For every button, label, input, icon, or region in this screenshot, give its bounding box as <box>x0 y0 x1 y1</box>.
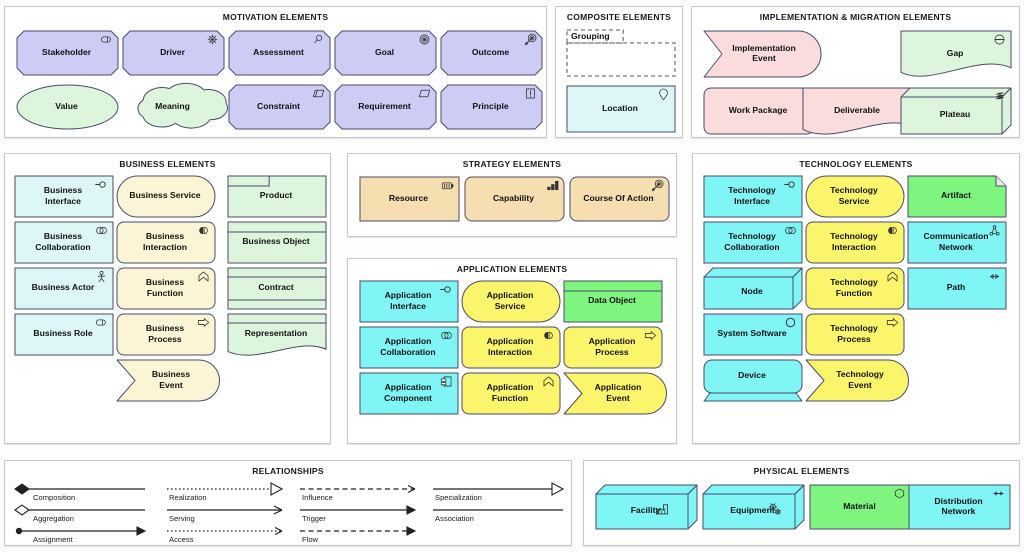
element-product[interactable]: Product <box>227 175 327 218</box>
element-application-component[interactable]: Application Component <box>359 372 459 415</box>
element-gap[interactable]: Gap <box>900 30 1012 77</box>
relationship-label: Association <box>435 514 474 523</box>
element-business-event[interactable]: Business Event <box>116 359 220 402</box>
element-node[interactable]: Node <box>703 267 803 310</box>
element-communication-network[interactable]: Communication Network <box>907 221 1007 264</box>
element-application-collaboration[interactable]: Application Collaboration <box>359 326 459 369</box>
relationship-label: Assignment <box>33 535 73 544</box>
element-business-interface[interactable]: Business Interface <box>14 175 114 218</box>
panel-business: BUSINESS ELEMENTS Business Interface Busin… <box>4 153 331 444</box>
element-business-actor[interactable]: Business Actor <box>14 267 114 310</box>
element-grouping[interactable]: Grouping <box>566 29 676 77</box>
element-value[interactable]: Value <box>16 84 119 130</box>
element-plateau[interactable]: Plateau <box>900 87 1012 135</box>
element-implementation-event[interactable]: Implementation Event <box>703 30 822 78</box>
element-application-process[interactable]: Application Process <box>563 326 663 369</box>
element-business-process[interactable]: Business Process <box>116 313 216 356</box>
element-device[interactable]: Device <box>703 359 803 402</box>
element-technology-process[interactable]: Technology Process <box>805 313 905 356</box>
panel-technology: TECHNOLOGY ELEMENTS Technology Interface T… <box>692 153 1020 444</box>
panel-relationships: RELATIONSHIPS Composition Aggregation Assig… <box>4 460 572 546</box>
element-application-event[interactable]: Application Event <box>563 372 667 415</box>
panel-implementation: IMPLEMENTATION & MIGRATION ELEMENTS Imple… <box>691 6 1020 138</box>
panel-title-business: BUSINESS ELEMENTS <box>119 159 216 169</box>
element-technology-service[interactable]: Technology Service <box>805 175 905 218</box>
element-application-function[interactable]: Application Function <box>461 372 561 415</box>
element-facility[interactable]: Facility <box>595 484 698 530</box>
panel-title-motivation: MOTIVATION ELEMENTS <box>222 12 329 22</box>
element-representation[interactable]: Representation <box>227 313 327 356</box>
element-business-function[interactable]: Business Function <box>116 267 216 310</box>
panel-strategy: STRATEGY ELEMENTS Resource Capability Cours… <box>347 153 677 237</box>
element-business-interaction[interactable]: Business Interaction <box>116 221 216 264</box>
relationship-label: Access <box>169 535 194 544</box>
element-artifact[interactable]: Artifact <box>907 175 1007 218</box>
panel-title-application: APPLICATION ELEMENTS <box>456 264 568 274</box>
element-requirement[interactable]: Requirement <box>334 84 437 130</box>
element-application-service[interactable]: Application Service <box>461 280 561 323</box>
panel-composite: COMPOSITE ELEMENTS Grouping Location <box>555 6 683 138</box>
element-capability[interactable]: Capability <box>464 176 565 222</box>
panel-title-physical: PHYSICAL ELEMENTS <box>753 466 850 476</box>
panel-application: APPLICATION ELEMENTS Application Interfac… <box>347 258 677 444</box>
relationship-label: Flow <box>302 535 319 544</box>
element-course-of-action[interactable]: Course Of Action <box>569 176 670 222</box>
element-work-package[interactable]: Work Package <box>703 87 815 135</box>
element-technology-collaboration[interactable]: Technology Collaboration <box>703 221 803 264</box>
element-distribution-network[interactable]: Distribution Network <box>908 484 1011 530</box>
element-driver[interactable]: Driver <box>122 30 225 76</box>
panel-title-strategy: STRATEGY ELEMENTS <box>462 159 562 169</box>
element-location[interactable]: Location <box>566 85 676 133</box>
element-business-collaboration[interactable]: Business Collaboration <box>14 221 114 264</box>
element-application-interface[interactable]: Application Interface <box>359 280 459 323</box>
element-business-object[interactable]: Business Object <box>227 221 327 264</box>
element-principle[interactable]: Principle <box>440 84 543 130</box>
panel-motivation: MOTIVATION ELEMENTS Stakeholder Driver Asse… <box>4 6 547 138</box>
element-business-role[interactable]: Business Role <box>14 313 114 356</box>
element-data-object[interactable]: Data Object <box>563 280 663 323</box>
element-goal[interactable]: Goal <box>334 30 437 76</box>
element-assessment[interactable]: Assessment <box>228 30 331 76</box>
element-contract[interactable]: Contract <box>227 267 327 310</box>
element-deliverable[interactable]: Deliverable <box>802 87 914 135</box>
element-application-interaction[interactable]: Application Interaction <box>461 326 561 369</box>
element-system-software[interactable]: System Software <box>703 313 803 356</box>
archimate-notation-sheet: MOTIVATION ELEMENTS Stakeholder Driver Asse… <box>0 0 1024 552</box>
element-technology-event[interactable]: Technology Event <box>805 359 909 402</box>
element-resource[interactable]: Resource <box>359 176 460 222</box>
panel-title-composite: COMPOSITE ELEMENTS <box>566 12 672 22</box>
element-business-service[interactable]: Business Service <box>116 175 216 218</box>
element-equipment[interactable]: Equipment <box>702 484 805 530</box>
panel-title-implementation: IMPLEMENTATION & MIGRATION ELEMENTS <box>759 12 952 22</box>
element-technology-function[interactable]: Technology Function <box>805 267 905 310</box>
panel-physical: PHYSICAL ELEMENTS Facility Equipment Materi… <box>583 460 1020 546</box>
element-material[interactable]: Material <box>809 484 912 530</box>
element-constraint[interactable]: Constraint <box>228 84 331 130</box>
panel-title-technology: TECHNOLOGY ELEMENTS <box>799 159 913 169</box>
panel-title-relationships: RELATIONSHIPS <box>252 466 324 476</box>
element-path[interactable]: Path <box>907 267 1007 310</box>
element-technology-interaction[interactable]: Technology Interaction <box>805 221 905 264</box>
element-stakeholder[interactable]: Stakeholder <box>16 30 119 76</box>
element-outcome[interactable]: Outcome <box>440 30 543 76</box>
element-meaning[interactable]: Meaning <box>122 82 228 129</box>
element-technology-interface[interactable]: Technology Interface <box>703 175 803 218</box>
